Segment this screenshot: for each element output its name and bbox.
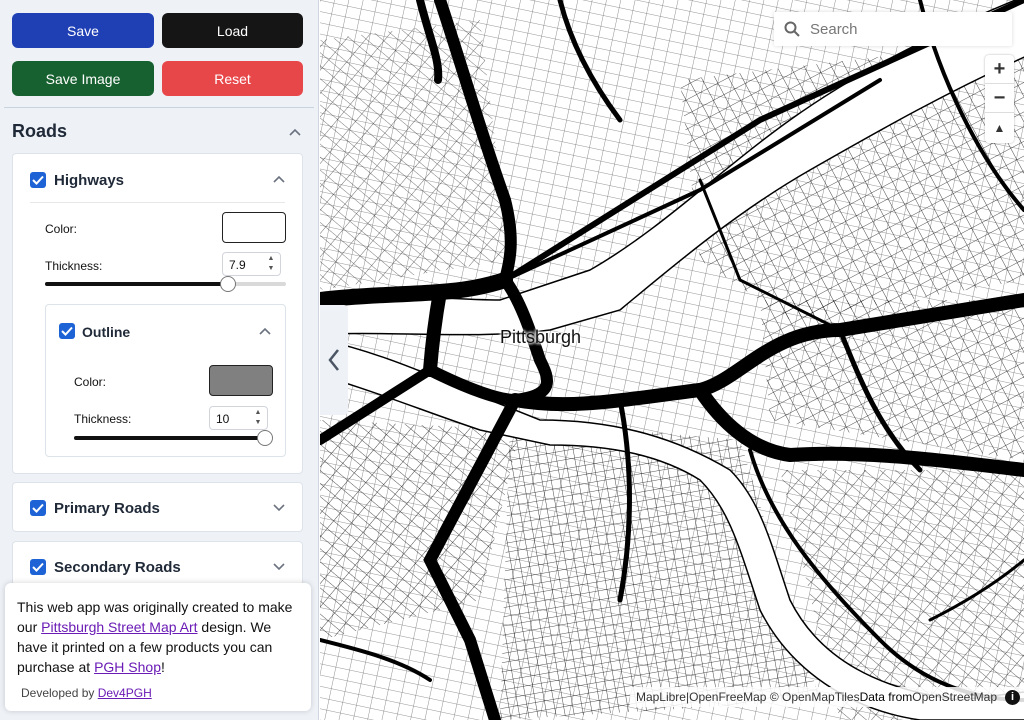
outline-thickness-label: Thickness:: [74, 412, 132, 426]
save-image-button[interactable]: Save Image: [12, 61, 154, 96]
highways-checkbox[interactable]: [30, 172, 46, 188]
map-attribution: MapLibre | OpenFreeMap © OpenMapTiles Da…: [629, 687, 1024, 707]
sidebar: Save Load Save Image Reset Roads Highway…: [0, 0, 319, 720]
search-icon: [784, 21, 800, 37]
zoom-in-button[interactable]: +: [985, 55, 1014, 84]
openstreetmap-link[interactable]: OpenStreetMap: [912, 690, 997, 704]
secondary-roads-title: Secondary Roads: [54, 559, 181, 576]
info-box: This web app was originally created to m…: [5, 583, 311, 711]
slider-thumb[interactable]: [257, 430, 273, 446]
primary-roads-checkbox[interactable]: [30, 500, 46, 516]
info-icon[interactable]: i: [1005, 689, 1020, 705]
street-map: [320, 0, 1024, 720]
collapse-sidebar-button[interactable]: [320, 305, 348, 415]
roads-section-title: Roads: [12, 121, 68, 141]
map-canvas[interactable]: Pittsburgh Search + − ▲ MapLibre | OpenF…: [320, 0, 1024, 720]
highways-color-swatch[interactable]: [222, 212, 286, 243]
info-text: This web app was originally created to m…: [17, 599, 293, 675]
city-label: Pittsburgh: [500, 327, 582, 347]
primary-roads-title: Primary Roads: [54, 500, 160, 517]
divider: [30, 202, 285, 203]
zoom-controls: + − ▲: [985, 55, 1014, 143]
highways-chevron-up-icon[interactable]: [271, 171, 287, 187]
load-button[interactable]: Load: [162, 13, 303, 48]
reset-button[interactable]: Reset: [162, 61, 303, 96]
outline-thickness-input[interactable]: 10 ▲ ▼: [209, 406, 268, 430]
openmaptiles-link[interactable]: OpenFreeMap © OpenMapTiles: [689, 690, 859, 704]
outline-thickness-slider[interactable]: [74, 430, 273, 446]
highways-thickness-slider[interactable]: [45, 276, 286, 292]
highways-title: Highways: [54, 172, 125, 189]
spinner-icon[interactable]: ▲ ▼: [251, 409, 265, 427]
divider: [4, 107, 314, 108]
attribution-data-prefix: Data from: [859, 690, 913, 704]
developer-credit: Developed by Dev4PGH: [21, 686, 152, 700]
highways-card: Highways Color: Thickness: 7.9 ▲ ▼ Outlin…: [12, 153, 303, 474]
search-input[interactable]: Search: [810, 21, 858, 38]
outline-card: Outline Color: Thickness: 10 ▲ ▼: [45, 304, 286, 457]
outline-title: Outline: [82, 324, 131, 340]
highways-thickness-value: 7.9: [229, 258, 246, 272]
roads-collapse-chevron-up-icon[interactable]: [287, 124, 303, 140]
outline-thickness-value: 10: [216, 412, 230, 426]
highways-thickness-input[interactable]: 7.9 ▲ ▼: [222, 252, 281, 276]
outline-color-swatch[interactable]: [209, 365, 273, 396]
search-box[interactable]: Search: [774, 12, 1012, 46]
spinner-icon[interactable]: ▲ ▼: [264, 255, 278, 273]
outline-color-label: Color:: [74, 375, 107, 389]
compass-icon[interactable]: ▲: [985, 113, 1014, 142]
outline-checkbox[interactable]: [59, 323, 75, 339]
highways-color-label: Color:: [45, 222, 78, 236]
outline-chevron-up-icon[interactable]: [257, 323, 273, 339]
street-map-art-link[interactable]: Pittsburgh Street Map Art: [41, 619, 197, 635]
slider-thumb[interactable]: [220, 276, 236, 292]
chevron-left-icon: [328, 349, 339, 371]
zoom-out-button[interactable]: −: [985, 84, 1014, 113]
primary-roads-chevron-down-icon[interactable]: [271, 500, 287, 516]
pgh-shop-link[interactable]: PGH Shop: [94, 659, 161, 675]
primary-roads-card[interactable]: Primary Roads: [12, 482, 303, 532]
maplibre-link[interactable]: MapLibre: [636, 690, 686, 704]
secondary-roads-chevron-down-icon[interactable]: [271, 559, 287, 575]
save-button[interactable]: Save: [12, 13, 154, 48]
dev4pgh-link[interactable]: Dev4PGH: [98, 686, 152, 700]
highways-thickness-label: Thickness:: [45, 259, 103, 273]
secondary-roads-checkbox[interactable]: [30, 559, 46, 575]
